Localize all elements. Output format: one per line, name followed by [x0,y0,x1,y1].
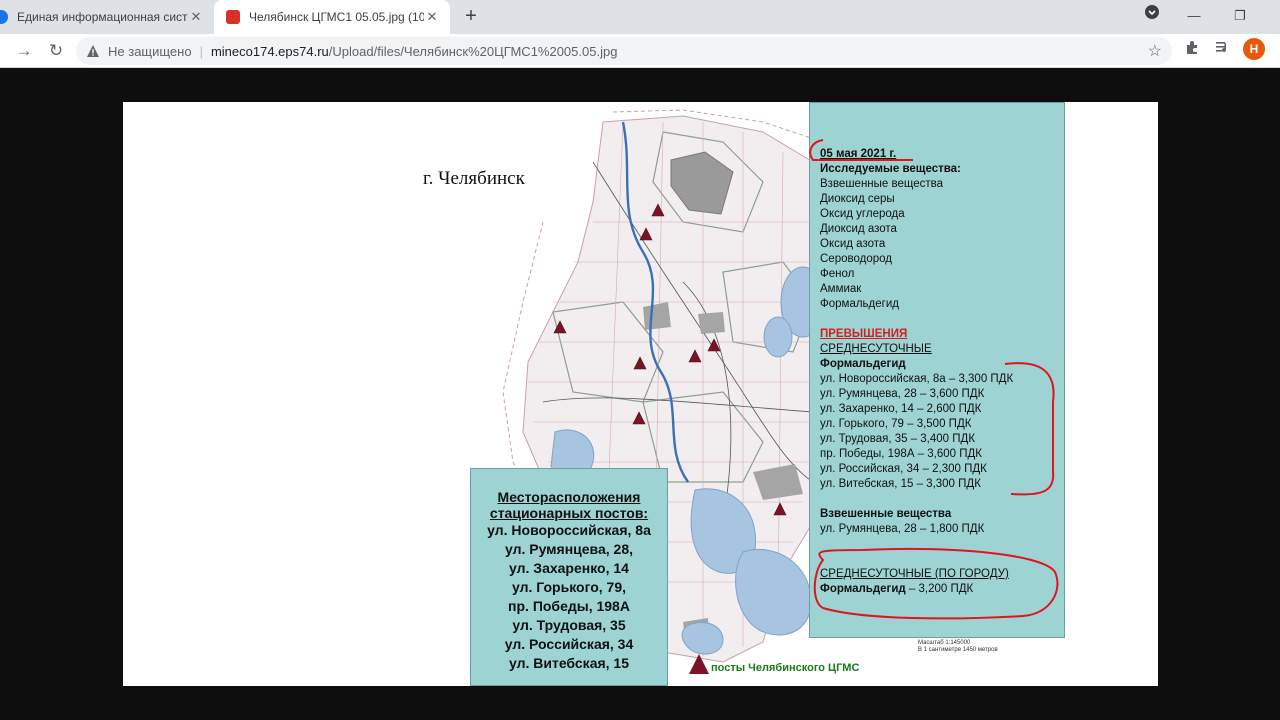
substance-item: Взвешенные вещества [820,178,943,190]
legend-item: ул. Трудовая, 35 [512,617,626,633]
report-date: 05 мая 2021 г. [820,148,897,160]
substance-item: Формальдегид [820,298,899,310]
legend-item: ул. Румянцева, 28, [504,541,634,557]
formaldehyde-reading: ул. Румянцева, 28 – 3,600 ПДК [820,388,985,400]
restore-button[interactable]: ❐ [1228,4,1252,28]
media-icon[interactable] [1210,39,1234,63]
substance-item: Диоксид азота [820,223,897,235]
map-scale: Масштаб 1:145000 В 1 сантиметре 1450 мет… [918,640,998,654]
extensions-icon[interactable] [1180,39,1204,63]
city-formaldehyde-value: – 3,200 ПДК [905,583,974,595]
legend-item: пр. Победы, 198А [508,598,630,614]
close-tab-icon[interactable]: ✕ [424,9,440,25]
monitoring-map-image: г. Челябинск Месторасположения стационар… [123,102,1158,686]
substance-item: Фенол [820,268,855,280]
minimize-button[interactable]: — [1182,4,1206,28]
city-daily-average-heading: СРЕДНЕСУТОЧНЫЕ (ПО ГОРОДУ) [820,568,1009,580]
posts-key-label: посты Челябинского ЦГМС [711,662,860,674]
formaldehyde-reading: ул. Горького, 79 – 3,500 ПДК [820,418,972,430]
legend-item: ул. Захаренко, 14 [509,560,629,576]
substance-item: Сероводород [820,253,892,265]
site-favicon-icon [0,10,8,24]
pollution-info-panel: 05 мая 2021 г. Исследуемые вещества: Взв… [809,102,1065,638]
tab-search-icon[interactable] [1140,4,1164,28]
warning-icon[interactable] [86,44,100,58]
formaldehyde-reading: ул. Захаренко, 14 – 2,600 ПДК [820,403,982,415]
tab-title: Единая информационная систе [17,10,188,24]
browser-toolbar: → ↻ Не защищено | mineco174.eps74.ru /Up… [0,34,1280,68]
legend-item: ул. Горького, 79, [511,579,627,595]
post-locations-legend: Месторасположения стационарных постов: у… [470,468,668,686]
exceedances-heading: ПРЕВЫШЕНИЯ [820,328,908,340]
tab-unified-info-system[interactable]: Единая информационная систе ✕ [0,0,214,34]
close-tab-icon[interactable]: ✕ [188,9,204,25]
security-status[interactable]: Не защищено [108,44,192,59]
post-marker-icon [689,654,709,674]
city-formaldehyde-label: Формальдегид [820,583,906,595]
formaldehyde-reading: ул. Российская, 34 – 2,300 ПДК [820,463,987,475]
legend-item: ул. Российская, 34 [504,636,634,652]
site-favicon-icon [226,10,240,24]
substance-item: Аммиак [820,283,862,295]
legend-heading: Месторасположения [497,489,641,505]
suspended-matter-reading: ул. Румянцева, 28 – 1,800 ПДК [820,523,985,535]
substance-item: Диоксид серы [820,193,895,205]
profile-avatar[interactable]: Н [1243,38,1265,60]
formaldehyde-reading: ул. Трудовая, 35 – 3,400 ПДК [820,433,976,445]
forward-icon[interactable]: → [12,39,36,63]
legend-heading: стационарных постов: [489,505,649,521]
legend-item: ул. Новороссийская, 8а [487,522,651,538]
address-separator: | [199,43,203,59]
formaldehyde-reading: пр. Победы, 198А – 3,600 ПДК [820,448,983,460]
tab-title: Челябинск ЦГМС1 05.05.jpg (10 [249,10,424,24]
city-formaldehyde-reading: Формальдегид – 3,200 ПДК [820,582,1064,597]
reload-icon[interactable]: ↻ [44,39,68,63]
formaldehyde-reading: ул. Новороссийская, 8а – 3,300 ПДК [820,373,1014,385]
image-viewer: г. Челябинск Месторасположения стационар… [0,68,1280,720]
substances-heading: Исследуемые вещества: [820,163,961,175]
posts-key: посты Челябинского ЦГМС [689,654,859,674]
address-bar[interactable]: Не защищено | mineco174.eps74.ru /Upload… [76,37,1172,65]
formaldehyde-reading: ул. Витебская, 15 – 3,300 ПДК [820,478,981,490]
legend-item: ул. Витебская, 15 [508,655,629,671]
formaldehyde-label: Формальдегид [820,358,906,370]
suspended-matter-label: Взвешенные вещества [820,508,952,520]
url-host: mineco174.eps74.ru [210,43,329,59]
scale-distance: В 1 сантиметре 1450 метров [918,647,998,653]
url-path: /Upload/files/Челябинск%20ЦГМС1%2005.05.… [328,43,618,59]
substance-item: Оксид азота [820,238,886,250]
scale-ratio: Масштаб 1:145000 [918,640,971,646]
daily-average-heading: СРЕДНЕСУТОЧНЫЕ [820,343,932,355]
city-title: г. Челябинск [423,168,525,189]
tab-chelyabinsk-image[interactable]: Челябинск ЦГМС1 05.05.jpg (10 ✕ [214,0,450,34]
tab-strip: Единая информационная систе ✕ Челябинск … [0,0,1280,34]
star-icon[interactable]: ☆ [1148,41,1162,61]
substance-item: Оксид углерода [820,208,905,220]
new-tab-button[interactable]: + [460,5,482,27]
